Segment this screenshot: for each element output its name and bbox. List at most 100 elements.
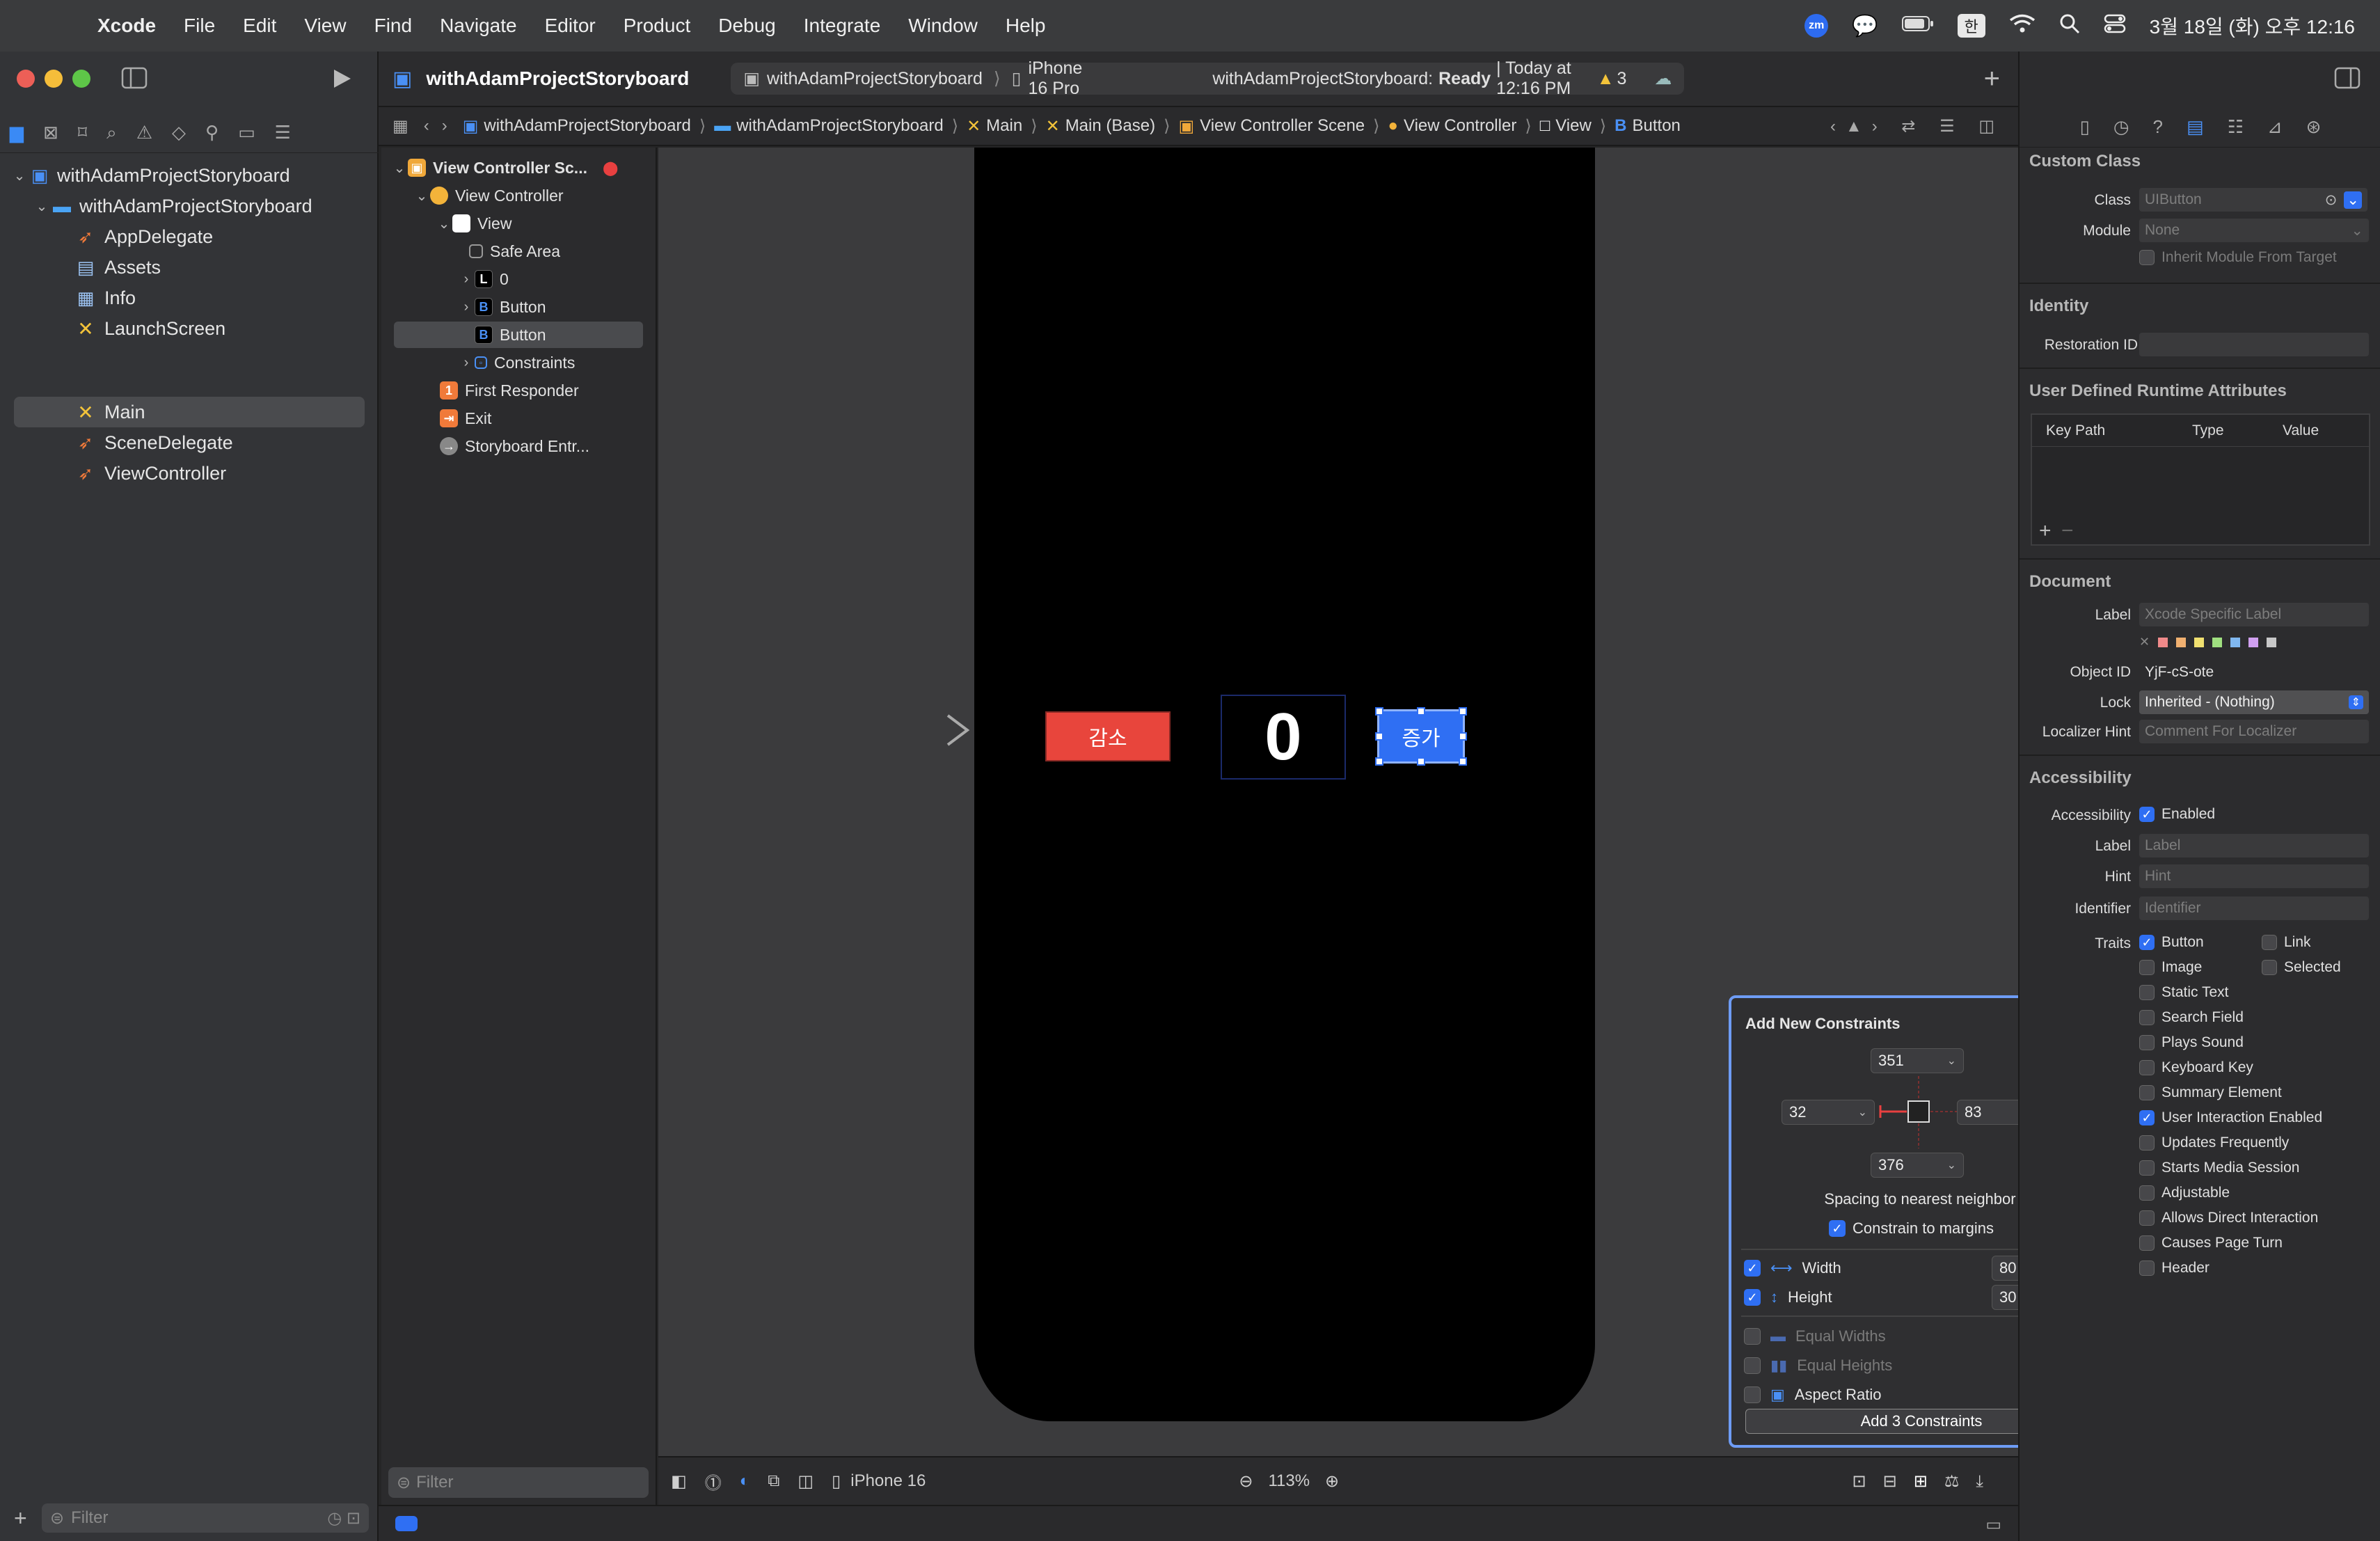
decrease-button[interactable]: 감소 <box>1045 711 1171 761</box>
trait-header-checkbox[interactable] <box>2139 1261 2155 1276</box>
bottom-spacing-field[interactable]: 376 ⌄ <box>1871 1153 1964 1178</box>
chevron-down-icon[interactable]: ⌄ <box>11 167 28 184</box>
yellow-swatch[interactable] <box>2194 637 2205 647</box>
trait-static-text-row[interactable]: Static Text <box>2139 984 2229 1001</box>
crumb-main[interactable]: ✕ Main <box>967 116 1022 136</box>
navigator-group-row[interactable]: ⌄ ▬ withAdamProjectStoryboard <box>33 191 365 221</box>
col-type[interactable]: Type <box>2192 422 2283 439</box>
outline-exit[interactable]: ⇥ Exit <box>440 405 491 432</box>
trait-link-checkbox[interactable] <box>2262 935 2277 950</box>
align-icon[interactable]: ⊟ <box>1883 1472 1914 1491</box>
identifier-field[interactable]: Identifier <box>2139 896 2369 920</box>
scheme-activity-bar[interactable]: ▣ withAdamProjectStoryboard ⟩ ▯ iPhone 1… <box>731 58 1685 98</box>
resize-handle[interactable] <box>1459 707 1467 716</box>
chevron-down-icon[interactable]: ⌄ <box>1947 1158 1956 1172</box>
menu-help[interactable]: Help <box>1006 15 1046 37</box>
resize-handle[interactable] <box>1375 757 1383 766</box>
embed-in-icon[interactable]: ⤓ <box>1976 1472 2000 1491</box>
accessibility-enabled-row[interactable]: ✓ Enabled <box>2139 806 2215 823</box>
project-navigator-folder-icon[interactable]: ▆ <box>10 122 24 143</box>
trait-static-text-checkbox[interactable] <box>2139 985 2155 1000</box>
menu-view[interactable]: View <box>304 15 346 37</box>
chevron-right-icon[interactable]: › <box>458 355 475 371</box>
trait-image-checkbox[interactable] <box>2139 960 2155 975</box>
outline-safe-area[interactable]: Safe Area <box>469 238 560 264</box>
chevron-right-icon[interactable]: › <box>458 271 475 287</box>
editor-options-icon[interactable]: ‹▲› ⇄ ☰ ◫ <box>1830 116 2004 136</box>
counter-label[interactable]: 0 <box>1221 695 1346 780</box>
resolve-issues-icon[interactable]: ⚖ <box>1944 1472 1976 1491</box>
trait-search-field-row[interactable]: Search Field <box>2139 1009 2244 1026</box>
test-navigator-icon[interactable]: ◇ <box>172 122 186 143</box>
trait-keyboard-key-checkbox[interactable] <box>2139 1060 2155 1075</box>
outline-scene[interactable]: ⌄ ▣ View Controller Sc... ⬤ <box>391 155 618 181</box>
restoration-id-field[interactable] <box>2139 333 2369 356</box>
resize-handle[interactable] <box>1459 732 1467 741</box>
chat-icon[interactable]: 💬 <box>1852 14 1878 38</box>
outline-button-2[interactable]: B Button <box>394 322 643 348</box>
trait-button-row[interactable]: ✓ Button <box>2139 934 2204 951</box>
outline-constraints[interactable]: › ▫ Constraints <box>458 349 576 376</box>
bookmark-icon[interactable]: ⌑ <box>78 122 87 143</box>
close-window-button[interactable] <box>17 70 35 88</box>
minimize-window-button[interactable] <box>45 70 63 88</box>
crumb-main-base[interactable]: ✕ Main (Base) <box>1046 116 1155 136</box>
attributes-inspector-icon[interactable]: ☷ <box>2228 116 2244 138</box>
green-swatch[interactable] <box>2212 637 2223 647</box>
zoom-in-icon[interactable]: ⊕ <box>1325 1471 1339 1492</box>
trait-causes-page-turn-row[interactable]: Causes Page Turn <box>2139 1235 2283 1251</box>
navigator-filter[interactable]: ⊜ Filter ◷ ⊡ <box>42 1503 369 1533</box>
gray-swatch[interactable] <box>2267 637 2277 647</box>
equal-widths-checkbox[interactable] <box>1744 1328 1761 1345</box>
chevron-down-icon[interactable]: ⌄ <box>33 198 50 215</box>
add-file-icon[interactable]: + <box>14 1506 27 1531</box>
col-value[interactable]: Value <box>2283 422 2319 439</box>
lock-popup[interactable]: Inherited - (Nothing) ⇕ <box>2139 690 2369 714</box>
outline-toggle-icon[interactable]: ◧ <box>671 1471 687 1492</box>
add-attribute-icon[interactable]: + <box>2039 519 2052 543</box>
spotlight-search-icon[interactable] <box>2059 13 2080 39</box>
trait-updates-frequently-row[interactable]: Updates Frequently <box>2139 1135 2289 1151</box>
crumb-view-controller[interactable]: ● View Controller <box>1388 116 1517 136</box>
equal-heights-checkbox[interactable] <box>1744 1357 1761 1374</box>
doc-label-field[interactable]: Xcode Specific Label <box>2139 603 2369 626</box>
error-icon[interactable]: ⬤ <box>603 159 618 177</box>
resize-handle[interactable] <box>1375 732 1383 741</box>
trait-selected-row[interactable]: Selected <box>2262 959 2341 976</box>
trait-selected-checkbox[interactable] <box>2262 960 2277 975</box>
blue-swatch[interactable] <box>2230 637 2241 647</box>
inherit-module-row[interactable]: Inherit Module From Target <box>2139 249 2337 266</box>
update-frames-icon[interactable]: ⊡ <box>1853 1472 1883 1491</box>
menu-app-name[interactable]: Xcode <box>97 15 156 37</box>
constraint-spacing-diagram-icon[interactable] <box>1878 1075 1961 1151</box>
trait-image-row[interactable]: Image <box>2139 959 2202 976</box>
acc-label-field[interactable]: Label <box>2139 834 2369 858</box>
appearance-icon[interactable]: ◐ <box>740 1471 750 1491</box>
chevron-down-icon[interactable]: ⌄ <box>2351 222 2363 239</box>
class-dropdown-icon[interactable]: ⌄ <box>2344 191 2362 209</box>
hide-debug-area-icon[interactable]: ▭ <box>1985 1515 2001 1535</box>
accessibility-enabled-checkbox[interactable]: ✓ <box>2139 807 2155 822</box>
clock[interactable]: 3월 18일 (화) 오후 12:16 <box>2150 12 2355 40</box>
scheme-name[interactable]: withAdamProjectStoryboard <box>767 69 983 89</box>
crumb-button[interactable]: B Button <box>1615 116 1681 136</box>
sidebar-toggle-icon[interactable] <box>121 67 148 93</box>
height-checkbox[interactable]: ✓ <box>1744 1289 1761 1306</box>
top-spacing-field[interactable]: 351 ⌄ <box>1871 1048 1964 1073</box>
menu-file[interactable]: File <box>184 15 215 37</box>
trait-link-row[interactable]: Link <box>2262 934 2311 951</box>
trait-updates-frequently-checkbox[interactable] <box>2139 1135 2155 1151</box>
battery-icon[interactable] <box>1901 15 1934 37</box>
outline-first-responder[interactable]: 1 First Responder <box>440 377 579 404</box>
outline-button-1[interactable]: › B Button <box>458 294 546 320</box>
trait-user-interaction-enabled-checkbox[interactable]: ✓ <box>2139 1110 2155 1125</box>
add-constraints-icon[interactable]: ⊞ <box>1914 1472 1944 1491</box>
device-config[interactable]: iPhone 16 <box>850 1471 926 1491</box>
issue-navigator-icon[interactable]: ⚠ <box>136 122 152 143</box>
trait-summary-element-checkbox[interactable] <box>2139 1085 2155 1100</box>
run-button[interactable] <box>330 67 354 94</box>
run-destination[interactable]: iPhone 16 Pro <box>1028 58 1087 99</box>
help-inspector-icon[interactable]: ? <box>2153 116 2163 138</box>
trait-search-field-checkbox[interactable] <box>2139 1010 2155 1025</box>
constrain-margins-row[interactable]: ✓ Constrain to margins <box>1829 1219 1994 1238</box>
